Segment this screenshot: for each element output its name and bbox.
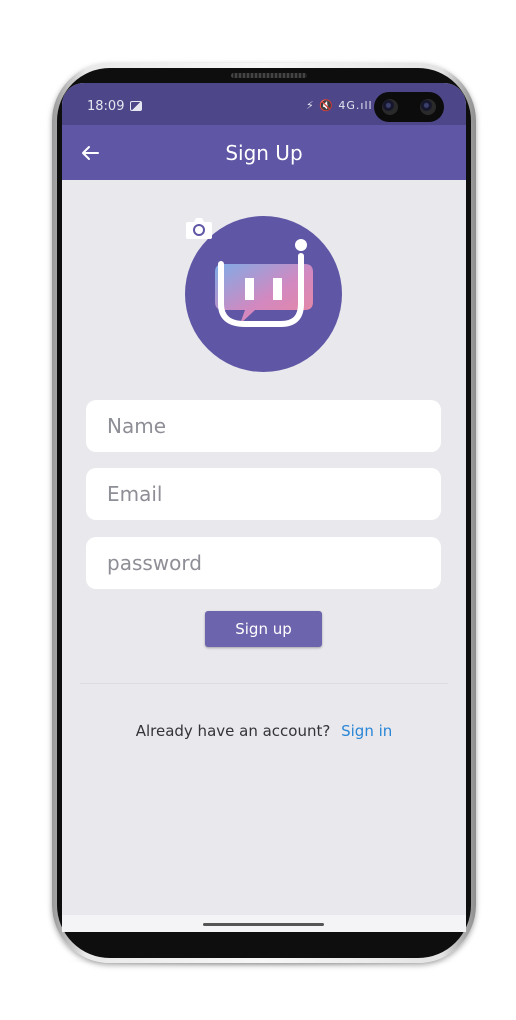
sign-up-button[interactable]: Sign up <box>205 611 322 647</box>
profile-avatar-picker[interactable] <box>185 216 342 372</box>
camera-icon[interactable] <box>185 216 213 240</box>
phone-frame: 18:09 ⚡ 🔇 4G.ıll 9 Sign Up Name Email pa… <box>52 63 476 963</box>
sign-in-link[interactable]: Sign in <box>341 722 392 740</box>
status-time: 18:09 <box>87 99 125 114</box>
divider <box>80 683 448 684</box>
front-camera-lens-right <box>420 99 436 115</box>
page-title: Sign Up <box>225 141 303 165</box>
email-input[interactable]: Email <box>86 468 441 520</box>
name-placeholder: Name <box>107 414 167 438</box>
password-input[interactable]: password <box>86 537 441 589</box>
name-input[interactable]: Name <box>86 400 441 452</box>
home-indicator[interactable] <box>203 923 324 926</box>
account-prompt-text: Already have an account? <box>135 722 331 740</box>
app-screen: 18:09 ⚡ 🔇 4G.ıll 9 Sign Up Name Email pa… <box>62 83 466 932</box>
email-placeholder: Email <box>107 482 163 506</box>
earpiece-speaker <box>231 73 307 78</box>
sign-in-prompt: Already have an account? Sign in <box>62 722 466 740</box>
status-bar: 18:09 ⚡ 🔇 4G.ıll 9 <box>62 83 466 125</box>
password-placeholder: password <box>107 551 202 575</box>
app-bar: Sign Up <box>62 125 466 180</box>
front-camera-cutout <box>374 92 444 122</box>
front-camera-lens-left <box>382 99 398 115</box>
gallery-icon <box>130 101 142 111</box>
